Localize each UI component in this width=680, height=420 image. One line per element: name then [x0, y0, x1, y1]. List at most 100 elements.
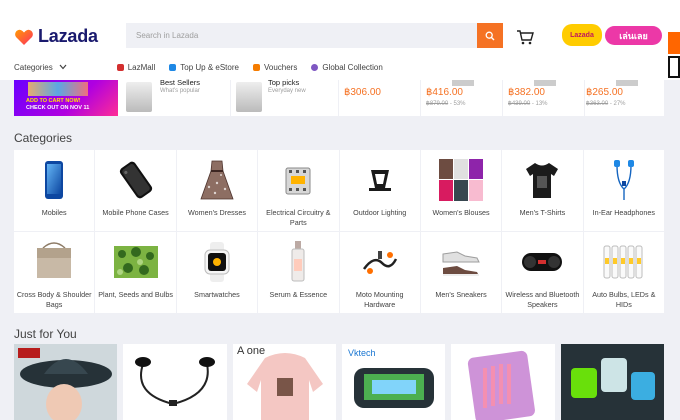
flash-strip: ADD TO CART NOW! CHECK OUT ON NOV 11 Bes… — [14, 78, 664, 116]
category-plants[interactable]: Plant, Seeds and Bulbs — [95, 232, 176, 313]
category-in-ear-headphones[interactable]: In-Ear Headphones — [583, 150, 664, 231]
category-label: Women's Dresses — [187, 208, 246, 217]
top-picks-card[interactable]: Top picks Everyday new — [232, 78, 336, 116]
campaign-badge[interactable]: Lazada — [562, 24, 602, 46]
hat-photo-icon — [14, 344, 118, 420]
category-label: Cross Body & Shoulder Bags — [16, 290, 92, 309]
divider — [502, 80, 503, 116]
deal-thumbnail — [452, 80, 474, 86]
lazada-logo[interactable]: Lazada — [14, 26, 98, 47]
category-womens-blouses[interactable]: Women's Blouses — [420, 150, 502, 231]
nav-item-label: LazMall — [127, 62, 156, 72]
product-card[interactable] — [451, 344, 555, 420]
plant-icon — [113, 240, 159, 284]
play-now-button[interactable]: เล่นเลย — [605, 26, 662, 45]
product-card[interactable]: Vktech — [341, 344, 446, 420]
search-bar — [126, 23, 503, 48]
deal-card[interactable]: ฿382.00 ฿439.00 - 13% — [504, 80, 584, 116]
nav-item-label: Top Up & eStore — [180, 62, 239, 72]
nav-item-label: Vouchers — [263, 62, 298, 72]
banner-products-image — [28, 82, 88, 96]
just-for-you-row: A one Vktech — [14, 344, 664, 420]
speaker-icon — [519, 240, 565, 284]
logo-text: Lazada — [38, 26, 98, 46]
bag-icon — [31, 240, 77, 284]
chevron-down-icon — [59, 64, 67, 70]
best-sellers-title: Best Sellers — [160, 78, 201, 87]
heart-logo-icon — [15, 29, 33, 45]
product-card[interactable]: A one — [232, 344, 336, 420]
category-phone-cases[interactable]: Mobile Phone Cases — [95, 150, 176, 231]
top-picks-image — [236, 82, 262, 112]
category-bags[interactable]: Cross Body & Shoulder Bags — [14, 232, 95, 313]
top-picks-subtitle: Everyday new — [268, 88, 306, 94]
cart-icon[interactable] — [516, 28, 534, 46]
globe-icon — [311, 63, 319, 71]
category-label: Mobiles — [41, 208, 67, 217]
promo-banner[interactable]: ADD TO CART NOW! CHECK OUT ON NOV 11 — [14, 80, 118, 116]
category-mens-tshirts[interactable]: Men's T-Shirts — [502, 150, 583, 231]
nav-item-topup[interactable]: Top Up & eStore — [169, 63, 239, 72]
categories-dropdown[interactable]: Categories — [14, 63, 67, 72]
top-nav: Categories LazMall Top Up & eStore Vouch… — [14, 60, 397, 74]
top-picks-title: Top picks — [268, 78, 300, 87]
hoodie-caption: A one — [237, 345, 265, 357]
earphones-icon — [601, 158, 647, 202]
outdoor-lamp-icon — [357, 158, 403, 202]
deal-card[interactable]: ฿306.00 — [340, 80, 420, 116]
category-mobiles[interactable]: Mobiles — [14, 150, 95, 231]
product-card[interactable] — [14, 344, 118, 420]
category-auto-bulbs[interactable]: Auto Bulbs, LEDs & HIDs — [583, 232, 664, 313]
category-label: Men's T-Shirts — [519, 208, 566, 217]
category-serum[interactable]: Serum & Essence — [258, 232, 339, 313]
best-sellers-card[interactable]: Best Sellers What's popular — [122, 78, 230, 116]
dress-icon — [194, 158, 240, 202]
category-smartwatches[interactable]: Smartwatches — [176, 232, 258, 313]
category-mens-sneakers[interactable]: Men's Sneakers — [420, 232, 502, 313]
voucher-icon — [252, 63, 260, 71]
category-label: Serum & Essence — [269, 290, 328, 299]
earphones-photo-icon — [123, 344, 227, 420]
deal-price: ฿265.00 — [586, 87, 623, 98]
search-input[interactable] — [126, 23, 477, 48]
product-card[interactable] — [123, 344, 227, 420]
site-header: Lazada Lazada เล่นเลย Categories LazMall — [0, 0, 680, 80]
category-label: Wireless and Bluetooth Speakers — [505, 290, 580, 309]
deal-card[interactable]: ฿265.00 ฿363.00 - 27% — [586, 80, 664, 116]
search-icon — [485, 31, 495, 40]
nav-item-vouchers[interactable]: Vouchers — [252, 62, 298, 72]
hoodie-photo-icon: A one — [232, 344, 336, 420]
best-sellers-subtitle: What's popular — [160, 88, 200, 94]
auto-bulb-icon — [601, 240, 647, 284]
category-womens-dresses[interactable]: Women's Dresses — [176, 150, 258, 231]
best-sellers-image — [126, 82, 152, 112]
smartwatch-icon — [194, 240, 240, 284]
category-label: Outdoor Lighting — [353, 208, 407, 217]
sneaker-icon — [438, 240, 484, 284]
category-label: In-Ear Headphones — [592, 208, 655, 217]
categories-grid: Mobiles Mobile Phone Cases Women's Dress… — [14, 150, 664, 313]
category-outdoor-lighting[interactable]: Outdoor Lighting — [339, 150, 420, 231]
phone-case-icon — [113, 158, 159, 202]
deal-thumbnail — [616, 80, 638, 86]
nav-item-global[interactable]: Global Collection — [311, 63, 383, 72]
deal-card[interactable]: ฿416.00 ฿879.00 - 53% — [422, 80, 502, 116]
category-moto-mounting[interactable]: Moto Mounting Hardware — [339, 232, 420, 313]
divider — [420, 80, 421, 116]
tshirt-icon — [519, 158, 565, 202]
makeup-brush-photo-icon — [451, 344, 555, 420]
deal-original-price: ฿363.00 - 27% — [586, 101, 626, 107]
topup-icon — [169, 63, 177, 71]
category-speakers[interactable]: Wireless and Bluetooth Speakers — [502, 232, 583, 313]
deal-price: ฿382.00 — [508, 87, 545, 98]
divider — [338, 80, 339, 116]
vktech-caption: Vktech — [348, 348, 376, 358]
just-for-you-heading: Just for You — [14, 327, 77, 341]
search-button[interactable] — [477, 23, 503, 48]
nav-item-lazmall[interactable]: LazMall — [116, 62, 156, 72]
lazmall-icon — [116, 63, 124, 71]
product-card[interactable] — [560, 344, 664, 420]
deal-thumbnail — [534, 80, 556, 86]
category-electrical[interactable]: Electrical Circuitry & Parts — [258, 150, 339, 231]
deal-price: ฿416.00 — [426, 87, 463, 98]
